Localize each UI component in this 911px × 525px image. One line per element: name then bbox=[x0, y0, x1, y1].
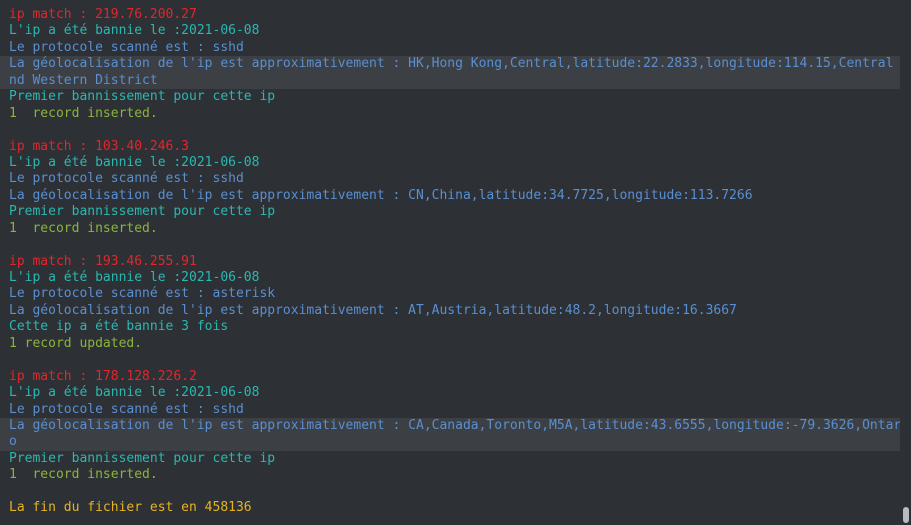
vertical-scrollbar[interactable] bbox=[900, 0, 911, 525]
record-status-line: 1 record inserted. bbox=[9, 220, 158, 236]
ban-status-line: Premier bannissement pour cette ip bbox=[9, 89, 276, 105]
protocol-line: Le protocole scanné est : sshd bbox=[9, 39, 244, 55]
geolocation-line-wrap: o bbox=[0, 434, 911, 451]
ban-date-line: L'ip a été bannie le :2021-06-08 bbox=[9, 385, 260, 401]
geolocation-line-wrap: nd Western District bbox=[0, 72, 911, 90]
geolocation-line: La géolocalisation de l'ip est approxima… bbox=[0, 56, 911, 73]
ip-match-line: ip match : 103.40.246.3 bbox=[9, 138, 190, 154]
protocol-line: Le protocole scanné est : sshd bbox=[9, 401, 244, 417]
protocol-line: Le protocole scanné est : sshd bbox=[9, 171, 244, 187]
geolocation-line: La géolocalisation de l'ip est approxima… bbox=[9, 302, 737, 318]
ban-date-line: L'ip a été bannie le :2021-06-08 bbox=[9, 270, 260, 285]
ban-status-line: Premier bannissement pour cette ip bbox=[9, 204, 276, 220]
scrollbar-thumb[interactable] bbox=[903, 507, 909, 523]
record-status-line: 1 record inserted. bbox=[9, 467, 158, 483]
geolocation-line: La géolocalisation de l'ip est approxima… bbox=[9, 187, 753, 203]
record-status-line: 1 record inserted. bbox=[9, 105, 158, 121]
protocol-line: Le protocole scanné est : asterisk bbox=[9, 286, 276, 302]
ban-date-line: L'ip a été bannie le :2021-06-08 bbox=[9, 154, 260, 170]
ban-status-line: Premier bannissement pour cette ip bbox=[9, 450, 276, 466]
geolocation-line: La géolocalisation de l'ip est approxima… bbox=[0, 417, 911, 435]
ip-match-line: ip match : 219.76.200.27 bbox=[9, 7, 197, 22]
ip-match-line: ip match : 193.46.255.91 bbox=[9, 253, 197, 269]
ban-date-line: L'ip a été bannie le :2021-06-08 bbox=[9, 23, 260, 39]
ban-status-line: Cette ip a été bannie 3 fois bbox=[9, 319, 229, 335]
file-end-line: La fin du fichier est en 458136 bbox=[9, 500, 252, 516]
record-status-line: 1 record updated. bbox=[9, 335, 143, 351]
ip-match-line: ip match : 178.128.226.2 bbox=[9, 368, 197, 384]
terminal-window[interactable]: ip match : 219.76.200.27 L'ip a été bann… bbox=[0, 0, 911, 525]
